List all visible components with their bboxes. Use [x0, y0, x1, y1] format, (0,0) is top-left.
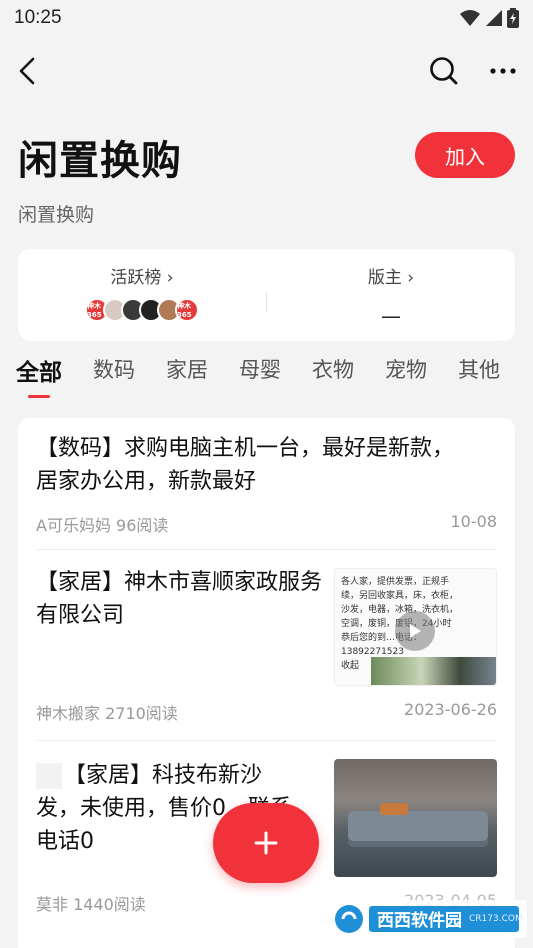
tab-baby[interactable]: 母婴 [239, 350, 281, 384]
sofa-accent [380, 803, 408, 815]
thumb-photo-strip [371, 657, 496, 685]
group-subtitle: 闲置换购 [18, 204, 95, 226]
post-title: 【家居】神木市喜顺家政服务有限公司 [36, 570, 323, 628]
search-icon [430, 57, 458, 85]
join-button[interactable]: 加入 [415, 132, 515, 178]
post-date: 2023-06-26 [404, 700, 497, 719]
site-watermark: 西西软件园 CR173.COM [329, 900, 527, 938]
thumb-text-line: 各人家，提供发票，正规手 [341, 577, 450, 587]
tab-clothing[interactable]: 衣物 [312, 350, 354, 384]
active-ranking-label: 活跃榜 › [110, 268, 174, 288]
watermark-sub: CR173.COM [469, 914, 523, 924]
search-button[interactable] [429, 56, 459, 86]
wifi-icon [460, 10, 480, 26]
tab-all[interactable]: 全部 [16, 350, 62, 398]
play-icon[interactable] [395, 611, 435, 651]
post-meta: 神木搬家 2710阅读 [36, 704, 178, 723]
moderator-value: — [381, 304, 401, 328]
active-avatars: 神木 365 神木 365 [85, 298, 199, 322]
thumb-text-line: 续，另回收家具，床，衣柜， [341, 591, 459, 601]
list-item[interactable]: 【家居】神木市喜顺家政服务有限公司 各人家，提供发票，正规手 续，另回收家具，床… [18, 550, 515, 740]
tab-digital[interactable]: 数码 [93, 350, 135, 384]
info-card: 活跃榜 › 神木 365 神木 365 版主 › — [18, 249, 515, 341]
chevron-left-icon [19, 57, 35, 85]
create-post-button[interactable] [213, 803, 319, 883]
tab-other[interactable]: 其他 [458, 350, 500, 384]
avatar: 神木 365 [175, 298, 199, 322]
more-button[interactable] [489, 67, 517, 75]
signal-icon [486, 10, 502, 26]
category-tabs: 全部 数码 家居 母婴 衣物 宠物 其他 [0, 350, 533, 402]
plus-icon [254, 831, 278, 855]
back-button[interactable] [14, 56, 40, 86]
post-thumbnail: 各人家，提供发票，正规手 续，另回收家具，床，衣柜， 沙发，电器，冰箱，洗衣机，… [334, 568, 497, 686]
active-ranking[interactable]: 活跃榜 › 神木 365 神木 365 [18, 249, 266, 341]
post-title: 【数码】求购电脑主机一台，最好是新款，居家办公用，新款最好 [36, 436, 455, 494]
top-bar [0, 40, 533, 102]
post-thumbnail [334, 759, 497, 877]
list-item[interactable]: 【数码】求购电脑主机一台，最好是新款，居家办公用，新款最好 A可乐妈妈 96阅读… [18, 418, 515, 548]
post-meta: A可乐妈妈 96阅读 [36, 516, 169, 535]
status-icons [459, 8, 519, 28]
group-title: 闲置换购 [18, 138, 182, 184]
battery-icon [507, 8, 519, 28]
tab-pets[interactable]: 宠物 [385, 350, 427, 384]
watermark-text: 西西软件园 [377, 911, 462, 931]
moderator-label: 版主 › [367, 268, 415, 288]
tab-home[interactable]: 家居 [166, 350, 208, 384]
status-bar: 10:25 [0, 0, 533, 36]
post-meta: 莫非 1440阅读 [36, 895, 146, 914]
status-time: 10:25 [14, 7, 62, 28]
moderator[interactable]: 版主 › — [267, 249, 515, 341]
post-date: 10-08 [450, 512, 498, 531]
sofa-shape [348, 811, 488, 847]
more-icon [490, 68, 516, 74]
